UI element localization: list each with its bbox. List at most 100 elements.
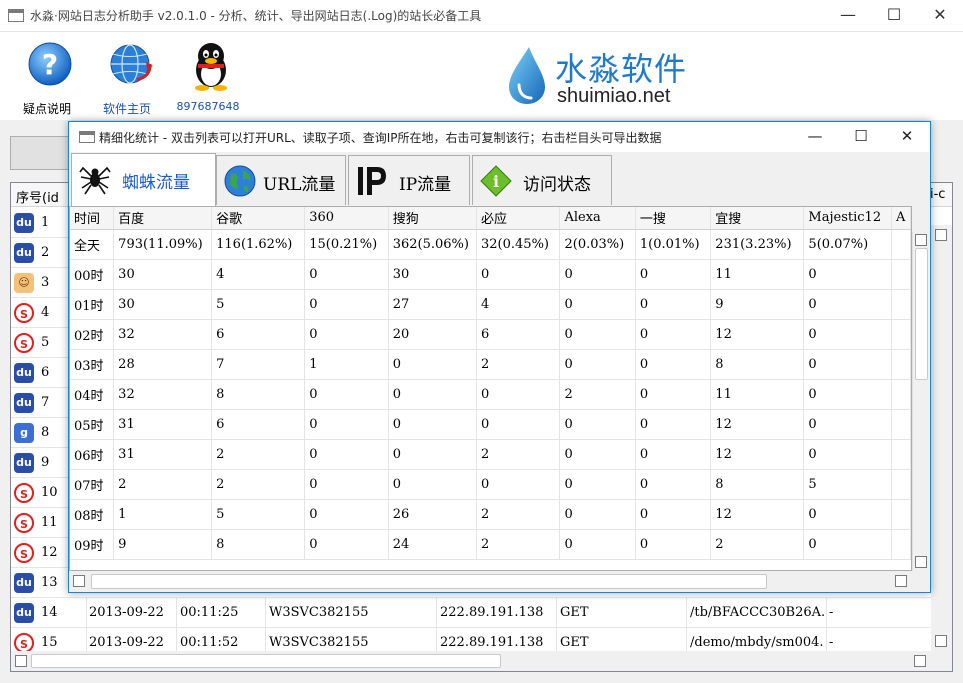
- grid-cell: 0: [304, 469, 389, 500]
- close-button[interactable]: ✕: [917, 0, 963, 32]
- grid-scroll-left-button[interactable]: [73, 575, 85, 587]
- grid-horizontal-scrollbar[interactable]: [69, 571, 930, 592]
- grid-column-header[interactable]: A: [891, 207, 911, 230]
- grid-cell: 0: [304, 439, 389, 470]
- grid-column-header[interactable]: 百度: [113, 207, 213, 230]
- baidu-icon: du: [14, 453, 34, 473]
- spider-traffic-grid[interactable]: 时间 百度 谷歌 360 搜狗 必应 Alexa 一搜 宜搜 Majestic12 A 全天 793(…: [69, 206, 912, 571]
- grid-row[interactable]: 04时 32 8 0 0 0 2 0 11 0: [70, 379, 911, 410]
- grid-column-header[interactable]: 360: [304, 207, 389, 230]
- grid-column-header[interactable]: 搜狗: [388, 207, 478, 230]
- column-divider: [686, 598, 687, 628]
- cell-site: W3SVC382155: [269, 635, 369, 650]
- grid-cell: 8: [710, 349, 805, 380]
- sogou-icon: S: [14, 633, 34, 653]
- grid-cell: 6: [476, 319, 561, 350]
- grid-scroll-up-button[interactable]: [915, 234, 927, 246]
- main-horizontal-scrollbar[interactable]: [11, 651, 931, 671]
- column-divider: [436, 598, 437, 628]
- detail-stats-window: 精细化统计 - 双击列表可以打开URL、读取子项、查询IP所在地，右击可复制该行…: [68, 121, 931, 593]
- ip-icon: [358, 167, 386, 195]
- row-number: 7: [41, 395, 50, 410]
- grid-row[interactable]: 02时 32 6 0 20 6 0 0 12 0: [70, 319, 911, 350]
- grid-column-header[interactable]: 必应: [476, 207, 561, 230]
- grid-row[interactable]: 07时 2 2 0 0 0 0 0 8 5: [70, 469, 911, 500]
- qq-penguin-icon: [195, 43, 227, 91]
- grid-cell: 0: [304, 379, 389, 410]
- grid-cell: 5: [211, 499, 306, 530]
- grid-row[interactable]: 09时 9 8 0 24 2 0 0 2 0: [70, 529, 911, 560]
- grid-row[interactable]: 06时 31 2 0 0 2 0 0 12 0: [70, 439, 911, 470]
- minimize-button[interactable]: —: [825, 0, 871, 32]
- column-header-right[interactable]: i-c: [930, 187, 945, 202]
- cell-url: /demo/mbdy/sm004.: [690, 635, 824, 650]
- grid-cell-overflow: [891, 379, 911, 410]
- grid-column-header[interactable]: 一搜: [635, 207, 712, 230]
- baidu-icon: du: [14, 393, 34, 413]
- cell-date: 2013-09-22: [89, 605, 164, 620]
- scroll-left-button[interactable]: [15, 655, 27, 667]
- grid-cell: 9: [710, 289, 805, 320]
- grid-row[interactable]: 01时 30 5 0 27 4 0 0 9 0: [70, 289, 911, 320]
- help-label: 疑点说明: [22, 102, 71, 116]
- grid-column-header[interactable]: 宜搜: [710, 207, 805, 230]
- tab-url-traffic[interactable]: URL流量: [216, 155, 346, 205]
- user-icon: ☺: [14, 273, 34, 293]
- logo-text-cn: 水淼软件: [555, 50, 688, 88]
- grid-row[interactable]: 08时 1 5 0 26 2 0 0 12 0: [70, 499, 911, 530]
- grid-hscroll-thumb[interactable]: [91, 574, 767, 589]
- grid-cell: 0: [476, 469, 561, 500]
- cell-status: -: [829, 635, 834, 650]
- grid-cell: 32(0.45%): [476, 229, 561, 260]
- grid-cell: 0: [304, 259, 389, 290]
- grid-row-label: 01时: [70, 289, 115, 320]
- column-header-seq[interactable]: 序号(id: [16, 187, 59, 206]
- baidu-icon: du: [14, 243, 34, 263]
- grid-column-header[interactable]: Majestic12: [803, 207, 893, 230]
- grid-vscroll-thumb[interactable]: [915, 248, 928, 380]
- tab-spider-traffic[interactable]: 蜘蛛流量: [71, 153, 216, 206]
- scroll-right-button[interactable]: [914, 655, 926, 667]
- sub-close-button[interactable]: ✕: [884, 122, 930, 152]
- sub-minimize-button[interactable]: —: [792, 122, 838, 152]
- grid-scroll-right-button[interactable]: [895, 575, 907, 587]
- grid-row[interactable]: 00时 30 4 0 30 0 0 0 11 0: [70, 259, 911, 290]
- grid-cell: 6: [211, 409, 306, 440]
- row-number: 10: [41, 485, 58, 500]
- homepage-button[interactable]: 软件主页: [92, 40, 162, 116]
- grid-cell: 2: [559, 379, 636, 410]
- tab-ip-traffic[interactable]: IP流量: [348, 155, 470, 205]
- grid-row[interactable]: 05时 31 6 0 0 0 0 0 12 0: [70, 409, 911, 440]
- main-action-button[interactable]: [10, 136, 70, 170]
- grid-cell-overflow: [891, 499, 911, 530]
- grid-cell: 0: [635, 439, 712, 470]
- scroll-down-button[interactable]: [935, 635, 947, 647]
- grid-cell: 26: [388, 499, 478, 530]
- app-window-icon: [8, 9, 24, 22]
- sub-maximize-button[interactable]: ☐: [838, 122, 884, 152]
- grid-cell: 30: [388, 259, 478, 290]
- grid-column-header[interactable]: 谷歌: [211, 207, 306, 230]
- grid-cell: 7: [211, 349, 306, 380]
- grid-column-header[interactable]: 时间: [70, 207, 115, 230]
- grid-vertical-scrollbar[interactable]: [912, 232, 929, 571]
- qq-button[interactable]: 897687648: [173, 40, 243, 116]
- grid-cell: 0: [635, 409, 712, 440]
- grid-cell: 0: [803, 439, 893, 470]
- main-hscroll-thumb[interactable]: [31, 654, 501, 668]
- grid-scroll-down-button[interactable]: [915, 556, 927, 568]
- grid-cell: 0: [388, 469, 478, 500]
- scroll-up-button[interactable]: [935, 229, 947, 241]
- grid-row[interactable]: 全天 793(11.09%) 116(1.62%) 15(0.21%) 362(5.06…: [70, 229, 911, 260]
- tab-access-status[interactable]: i 访问状态: [472, 155, 612, 205]
- grid-column-header[interactable]: Alexa: [559, 207, 636, 230]
- row-number: 4: [41, 305, 50, 320]
- grid-row[interactable]: 03时 28 7 1 0 2 0 0 8 0: [70, 349, 911, 380]
- homepage-label: 软件主页: [102, 102, 151, 116]
- maximize-button[interactable]: ☐: [871, 0, 917, 32]
- main-vertical-scrollbar[interactable]: [931, 225, 952, 671]
- globe-icon: [224, 165, 256, 197]
- help-button[interactable]: ? 疑点说明: [12, 40, 82, 116]
- table-row[interactable]: du 14 2013-09-22 00:11:25 W3SVC382155 222.89.…: [11, 598, 931, 628]
- cell-ip: 222.89.191.138: [440, 605, 544, 620]
